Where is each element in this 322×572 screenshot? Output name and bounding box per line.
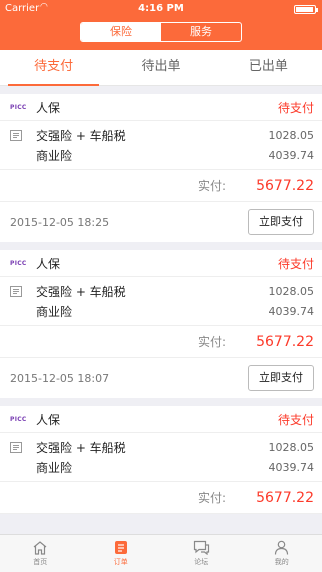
list-item: 交强险 + 车船税 1028.05	[10, 125, 314, 145]
order-header: PICC 人保 待支付	[0, 94, 322, 121]
paid-row: 实付: 5677.22	[0, 326, 322, 358]
list-item: 交强险 + 车船税 1028.05	[10, 437, 314, 457]
picc-logo: PICC	[10, 103, 27, 111]
order-header: PICC 人保 待支付	[0, 250, 322, 277]
list-item: 商业险 4039.74	[10, 457, 314, 477]
paid-label: 实付:	[198, 491, 227, 505]
segment-insurance[interactable]: 保险	[81, 23, 161, 41]
paid-amount: 5677.22	[256, 177, 314, 194]
document-icon	[10, 441, 36, 453]
forum-icon	[193, 540, 209, 555]
item-name: 交强险 + 车船税	[36, 128, 126, 143]
nav-orders-label: 订单	[113, 558, 128, 566]
tab-issued[interactable]: 已出单	[215, 50, 322, 85]
order-date: 2015-12-05 18:25	[10, 215, 110, 229]
item-name: 商业险	[36, 460, 73, 475]
tab-pending-issue[interactable]: 待出单	[107, 50, 214, 85]
nav-orders[interactable]: 订单	[81, 535, 162, 572]
order-card[interactable]: PICC 人保 待支付 交强险 + 车船税 1028.05 商业险 4039.7…	[0, 94, 322, 242]
segment-service[interactable]: 服务	[161, 23, 241, 41]
profile-icon	[275, 540, 289, 555]
paid-row: 实付: 5677.22	[0, 170, 322, 202]
nav-home[interactable]: 首页	[0, 535, 81, 572]
order-header: PICC 人保 待支付	[0, 406, 322, 433]
item-name: 交强险 + 车船税	[36, 440, 126, 455]
item-name: 商业险	[36, 304, 73, 319]
item-price: 1028.05	[268, 128, 315, 142]
document-icon	[10, 285, 36, 297]
document-icon	[10, 129, 36, 141]
list-item: 商业险 4039.74	[10, 145, 314, 165]
order-card[interactable]: PICC 人保 待支付 交强险 + 车船税 1028.05 商业险 4039.7…	[0, 406, 322, 514]
paid-row: 实付: 5677.22	[0, 482, 322, 514]
nav-forum-label: 论坛	[194, 558, 209, 566]
home-icon	[33, 541, 47, 555]
nav-forum[interactable]: 论坛	[161, 535, 242, 572]
company-name: 人保	[36, 256, 61, 271]
item-price: 1028.05	[268, 284, 315, 298]
bottom-tab-bar: 首页 订单 论坛 我的	[0, 534, 322, 572]
paid-amount: 5677.22	[256, 333, 314, 350]
order-list[interactable]: PICC 人保 待支付 交强险 + 车船税 1028.05 商业险 4039.7…	[0, 94, 322, 534]
item-price: 4039.74	[268, 148, 315, 162]
order-card[interactable]: PICC 人保 待支付 交强险 + 车船税 1028.05 商业险 4039.7…	[0, 250, 322, 398]
company-name: 人保	[36, 412, 61, 427]
paid-amount: 5677.22	[256, 489, 314, 506]
paid-label: 实付:	[198, 179, 227, 193]
order-footer: 2015-12-05 18:07 立即支付	[0, 358, 322, 398]
order-items: 交强险 + 车船税 1028.05 商业险 4039.74	[0, 121, 322, 170]
nav-profile-label: 我的	[274, 558, 289, 566]
app-header: Carrier ◠ 4:16 PM 保险 服务	[0, 0, 322, 50]
clock: 4:16 PM	[138, 3, 184, 14]
list-item: 交强险 + 车船税 1028.05	[10, 281, 314, 301]
item-price: 4039.74	[268, 460, 315, 474]
item-price: 4039.74	[268, 304, 315, 318]
nav-home-label: 首页	[33, 558, 48, 566]
picc-logo: PICC	[10, 415, 27, 423]
company-name: 人保	[36, 100, 61, 115]
order-status: 待支付	[277, 412, 314, 427]
list-item: 商业险 4039.74	[10, 301, 314, 321]
order-items: 交强险 + 车船税 1028.05 商业险 4039.74	[0, 433, 322, 482]
tab-pending-payment[interactable]: 待支付	[0, 50, 107, 86]
order-status: 待支付	[277, 256, 314, 271]
status-bar: Carrier ◠ 4:16 PM	[0, 0, 322, 18]
item-name: 交强险 + 车船税	[36, 284, 126, 299]
order-status: 待支付	[277, 100, 314, 115]
pay-now-button[interactable]: 立即支付	[248, 365, 314, 391]
order-date: 2015-12-05 18:07	[10, 371, 110, 385]
pay-now-button[interactable]: 立即支付	[248, 209, 314, 235]
order-items: 交强险 + 车船税 1028.05 商业险 4039.74	[0, 277, 322, 326]
item-price: 1028.05	[268, 440, 315, 454]
battery-icon	[294, 5, 318, 14]
picc-logo: PICC	[10, 259, 27, 267]
nav-profile[interactable]: 我的	[242, 535, 322, 572]
paid-label: 实付:	[198, 335, 227, 349]
order-icon	[114, 541, 127, 554]
order-status-tabs: 待支付 待出单 已出单	[0, 50, 322, 86]
item-name: 商业险	[36, 148, 73, 163]
segment-control: 保险 服务	[80, 22, 242, 42]
order-footer: 2015-12-05 18:25 立即支付	[0, 202, 322, 242]
